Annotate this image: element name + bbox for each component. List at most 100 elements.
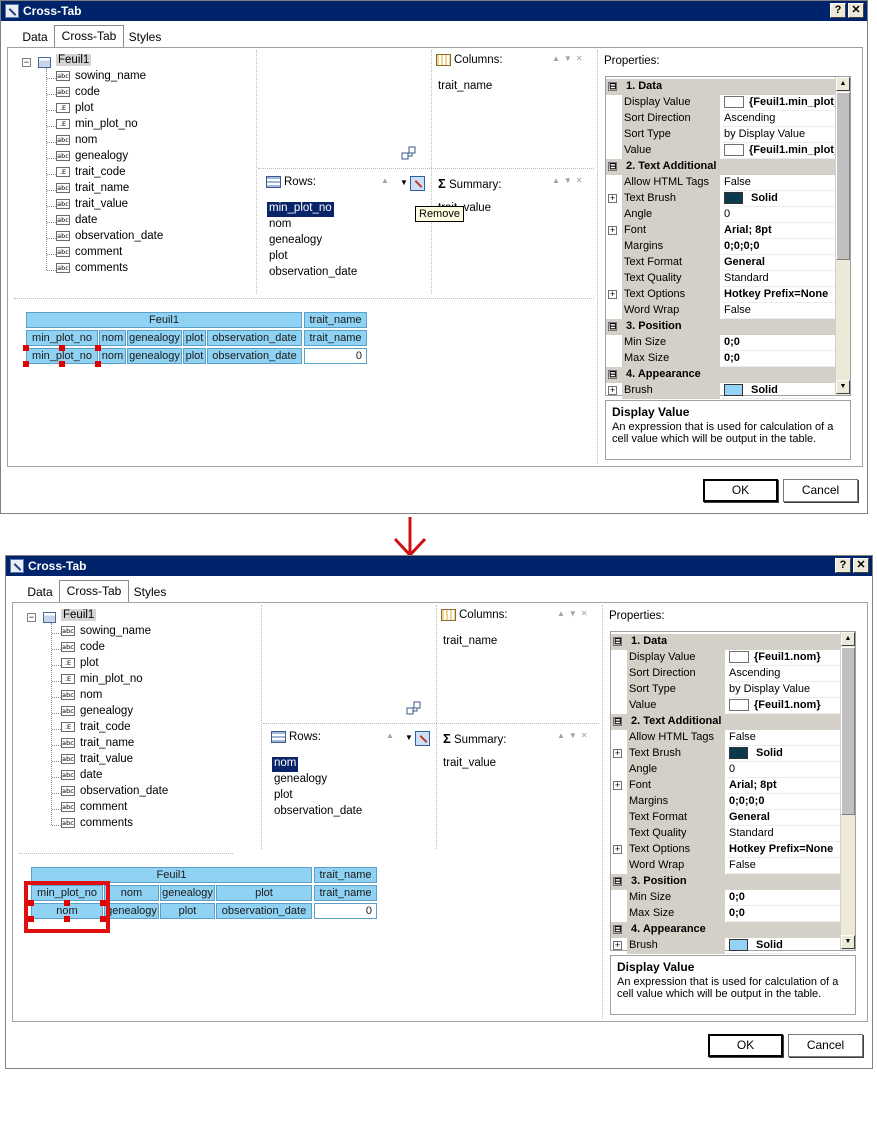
property-value-cell[interactable]: 0;0;0;0: [722, 239, 836, 255]
remove-button[interactable]: [415, 731, 430, 746]
fx-expression-icon[interactable]: [729, 699, 749, 712]
columns-item[interactable]: trait_name: [436, 80, 494, 95]
tree-field-item[interactable]: abc observation_date: [61, 785, 168, 801]
property-value-cell[interactable]: Standard: [722, 271, 836, 287]
grid-data-cell[interactable]: plot: [183, 348, 206, 364]
grid-row-header[interactable]: plot: [216, 885, 312, 901]
scroll-thumb[interactable]: [841, 647, 855, 815]
tree-field-item[interactable]: abc observation_date: [56, 230, 163, 246]
collapse-category-icon[interactable]: ⊟: [613, 925, 622, 934]
tree-field-item[interactable]: abc sowing_name: [56, 70, 146, 86]
tree-field-item[interactable]: abc comment: [61, 801, 127, 817]
ok-button[interactable]: OK: [703, 479, 778, 502]
property-category[interactable]: ⊟ 1. Data: [606, 79, 836, 95]
collapse-category-icon[interactable]: ⊟: [608, 162, 617, 171]
tab-styles[interactable]: Styles: [126, 27, 164, 47]
property-row[interactable]: + Font Arial; 8pt: [606, 223, 836, 239]
expand-property-icon[interactable]: +: [613, 941, 622, 950]
property-row[interactable]: Sort Direction Ascending: [606, 111, 836, 127]
selection-handle[interactable]: [59, 361, 65, 367]
rows-item[interactable]: genealogy: [272, 773, 329, 788]
grid-column-header[interactable]: trait_name: [314, 867, 377, 883]
property-value-cell[interactable]: 0;0: [727, 890, 841, 906]
expand-property-icon[interactable]: +: [608, 194, 617, 203]
property-row[interactable]: Sort Direction Ascending: [611, 666, 841, 682]
rows-move-arrows-icon[interactable]: ▲: [381, 176, 393, 185]
tree-collapse-icon[interactable]: −: [22, 58, 31, 67]
expand-property-icon[interactable]: +: [608, 290, 617, 299]
property-value-cell[interactable]: {Feuil1.nom}: [727, 698, 841, 714]
grid-data-cell[interactable]: observation_date: [216, 903, 312, 919]
property-value-cell[interactable]: 0;0;0;0: [727, 794, 841, 810]
ok-button[interactable]: OK: [708, 1034, 783, 1057]
summary-move-arrows-icon[interactable]: ▲▼✕: [552, 176, 587, 185]
property-row[interactable]: Sort Type by Display Value: [606, 127, 836, 143]
grid-row-header[interactable]: min_plot_no: [26, 330, 98, 346]
selection-handle[interactable]: [95, 345, 101, 351]
tree-field-item[interactable]: .E trait_code: [56, 166, 126, 182]
property-value-cell[interactable]: False: [722, 175, 836, 191]
property-row[interactable]: + Text Options Hotkey Prefix=None: [611, 842, 841, 858]
grid-column-header[interactable]: trait_name: [304, 330, 367, 346]
remove-button[interactable]: [410, 176, 425, 191]
selection-handle[interactable]: [59, 345, 65, 351]
tree-field-item[interactable]: abc genealogy: [56, 150, 128, 166]
property-row[interactable]: Text Quality Standard: [611, 826, 841, 842]
property-value-cell[interactable]: General: [727, 810, 841, 826]
scroll-down-icon[interactable]: ▼: [836, 380, 850, 394]
summary-move-arrows-icon[interactable]: ▲▼✕: [557, 731, 592, 740]
tab-data[interactable]: Data: [17, 27, 53, 47]
rows-item[interactable]: genealogy: [267, 234, 324, 249]
grid-row-header[interactable]: plot: [183, 330, 206, 346]
property-row[interactable]: + Brush Solid: [611, 938, 841, 954]
property-row[interactable]: Sort Type by Display Value: [611, 682, 841, 698]
tree-field-item[interactable]: abc code: [56, 86, 100, 102]
tree-field-item[interactable]: .E trait_code: [61, 721, 131, 737]
grid-column-header[interactable]: trait_name: [314, 885, 377, 901]
property-row[interactable]: Min Size 0;0: [606, 335, 836, 351]
tree-field-item[interactable]: abc genealogy: [61, 705, 133, 721]
tab-data[interactable]: Data: [22, 582, 58, 602]
fx-expression-icon[interactable]: [724, 96, 744, 109]
property-value-cell[interactable]: Ascending: [722, 111, 836, 127]
tree-field-item[interactable]: abc trait_name: [56, 182, 129, 198]
property-value-cell[interactable]: 0;0: [727, 906, 841, 922]
collapse-category-icon[interactable]: ⊟: [608, 322, 617, 331]
tree-field-item[interactable]: abc comments: [61, 817, 133, 833]
property-value-cell[interactable]: Standard: [727, 826, 841, 842]
rows-item[interactable]: nom: [272, 757, 299, 772]
tree-field-item[interactable]: abc code: [61, 641, 105, 657]
help-button[interactable]: ?: [830, 3, 846, 18]
fx-expression-icon[interactable]: [724, 144, 744, 157]
property-row[interactable]: Max Size 0;0: [606, 351, 836, 367]
tree-collapse-icon[interactable]: −: [27, 613, 36, 622]
grid-table-header[interactable]: Feuil1: [26, 312, 302, 328]
selection-handle[interactable]: [23, 345, 29, 351]
property-row[interactable]: Display Value {Feuil1.nom}: [611, 650, 841, 666]
grid-column-header[interactable]: trait_name: [304, 312, 367, 328]
tree-field-item[interactable]: abc trait_value: [61, 753, 133, 769]
tree-field-item[interactable]: .E plot: [61, 657, 99, 673]
property-value-cell[interactable]: {Feuil1.min_plot_no}: [722, 143, 836, 159]
property-row[interactable]: Margins 0;0;0;0: [611, 794, 841, 810]
rows-dropdown-icon[interactable]: ▼: [400, 178, 408, 187]
property-value-cell[interactable]: Solid: [727, 746, 841, 762]
property-row[interactable]: Allow HTML Tags False: [606, 175, 836, 191]
property-row[interactable]: Display Value {Feuil1.min_plot_no}: [606, 95, 836, 111]
expand-property-icon[interactable]: +: [613, 749, 622, 758]
tree-field-item[interactable]: .E min_plot_no: [56, 118, 138, 134]
property-value-cell[interactable]: False: [722, 303, 836, 319]
property-category[interactable]: ⊟ 4. Appearance: [606, 367, 836, 383]
grid-row-header[interactable]: genealogy: [160, 885, 215, 901]
tree-field-item[interactable]: abc trait_name: [61, 737, 134, 753]
tab-styles[interactable]: Styles: [131, 582, 169, 602]
rows-move-arrows-icon[interactable]: ▲: [386, 731, 398, 740]
rows-item[interactable]: plot: [272, 789, 295, 804]
property-row[interactable]: Text Format General: [606, 255, 836, 271]
property-category[interactable]: ⊟ 2. Text Additional: [606, 159, 836, 175]
grid-value-cell[interactable]: 0: [314, 903, 377, 919]
rows-item[interactable]: observation_date: [272, 805, 364, 820]
tree-root-feuil1[interactable]: Feuil1: [56, 54, 92, 70]
rows-item[interactable]: plot: [267, 250, 290, 265]
close-button[interactable]: ✕: [848, 3, 864, 18]
